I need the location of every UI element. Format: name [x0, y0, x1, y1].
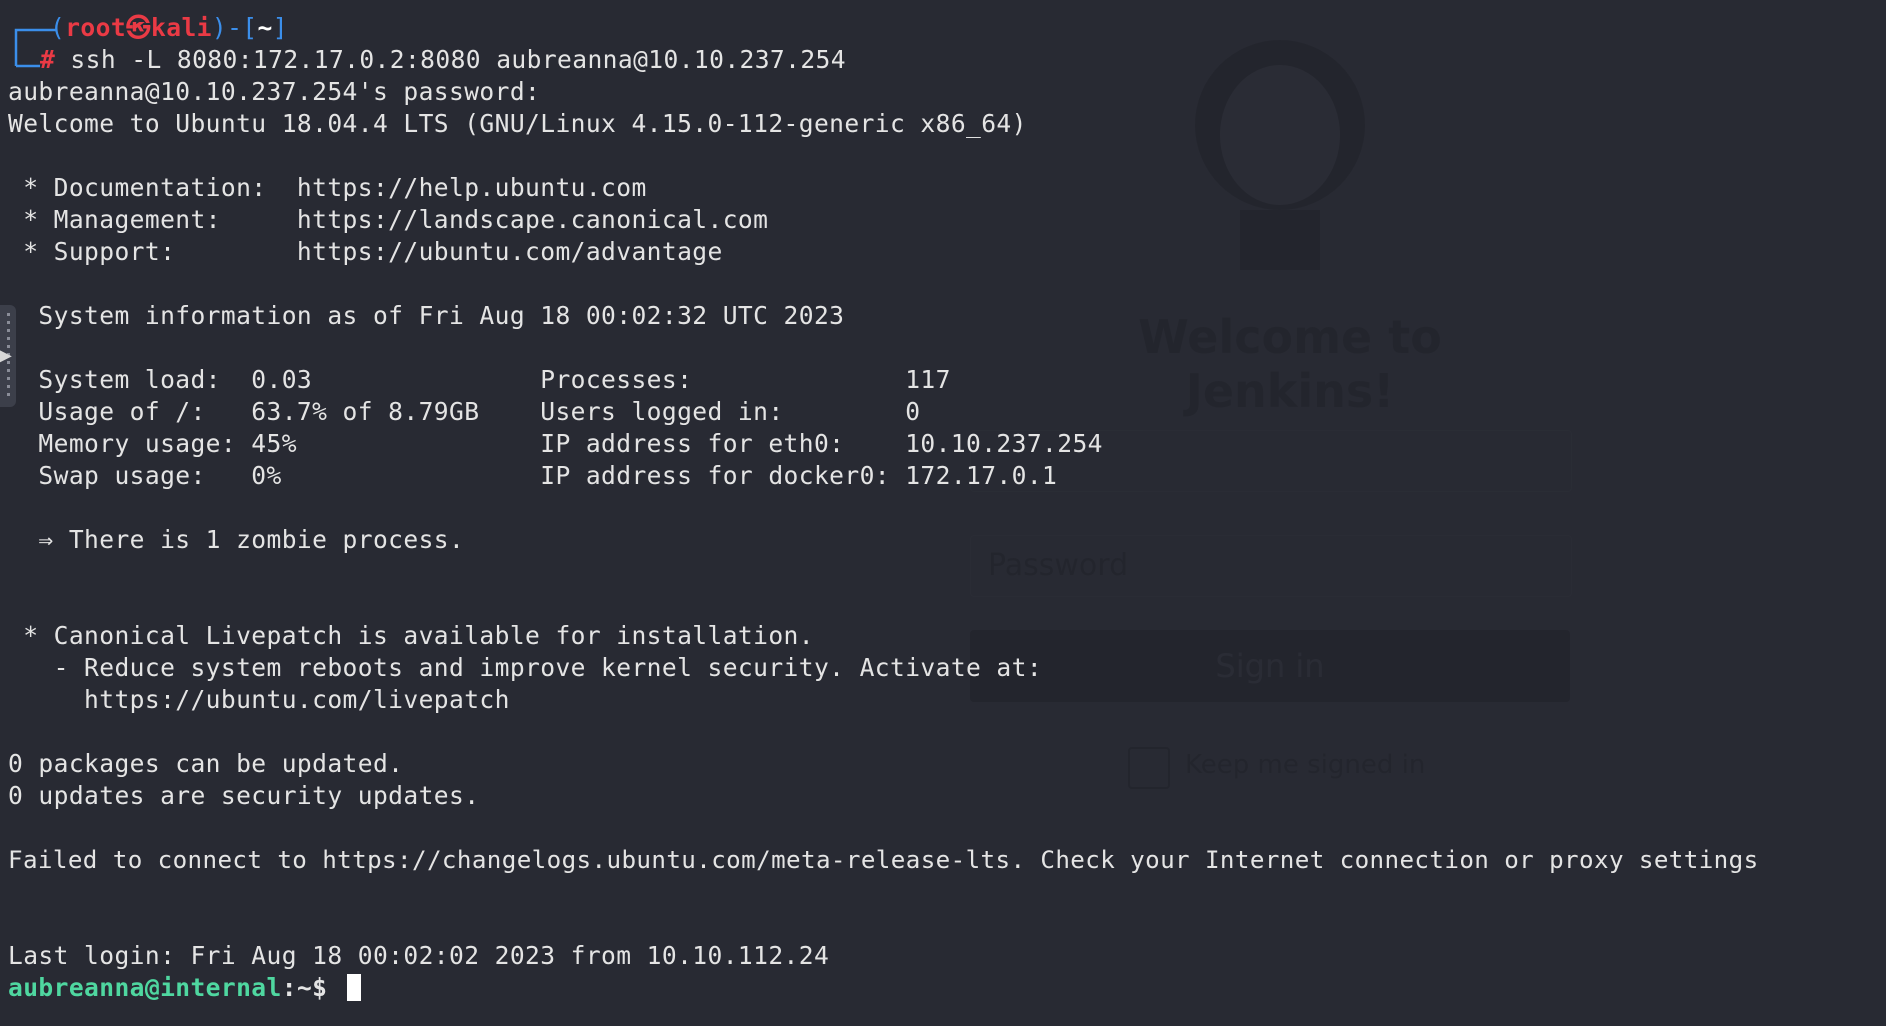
welcome-line: Welcome to Ubuntu 18.04.4 LTS (GNU/Linux…	[8, 109, 1027, 138]
prompt-userhost: aubreanna@internal	[8, 973, 282, 1002]
keep-signed-in-checkbox	[1128, 747, 1170, 789]
sign-in-button: Sign in	[970, 630, 1570, 702]
keep-signed-in-label: Keep me signed in	[1185, 750, 1426, 780]
jenkins-butler-icon	[1180, 15, 1380, 279]
background-jenkins-login: Welcome to Jenkins! Password Sign in Kee…	[940, 10, 1640, 790]
last-login-line: Last login: Fri Aug 18 00:02:02 2023 fro…	[8, 941, 830, 970]
terminal-cursor	[346, 974, 361, 1001]
support-line: * Support: https://ubuntu.com/advantage	[8, 237, 723, 266]
failed-connect-line: Failed to connect to https://changelogs.…	[8, 846, 1759, 874]
terminal-window[interactable]: Welcome to Jenkins! Password Sign in Kee…	[0, 0, 1886, 1026]
livepatch-line-3: https://ubuntu.com/livepatch	[8, 685, 510, 714]
sysinfo-row-2: Usage of /: 63.7% of 8.79GB Users logged…	[8, 397, 921, 426]
prompt-path: :~$	[281, 973, 343, 1002]
password-placeholder: Password	[988, 548, 1129, 583]
shell-prompt[interactable]: aubreanna@internal:~$	[8, 973, 361, 1003]
livepatch-line-2: - Reduce system reboots and improve kern…	[8, 653, 1043, 682]
prompt-header: (root㉿kali)-[~]	[50, 13, 288, 42]
password-field	[970, 535, 1572, 597]
side-panel-toggle[interactable]: ▶	[0, 305, 16, 407]
sysinfo-row-3: Memory usage: 45% IP address for eth0: 1…	[8, 429, 1103, 458]
sysinfo-row-1: System load: 0.03 Processes: 117	[8, 365, 951, 394]
ssh-command-line: # ssh -L 8080:172.17.0.2:8080 aubreanna@…	[40, 45, 846, 74]
ssh-command: ssh -L 8080:172.17.0.2:8080 aubreanna@10…	[55, 45, 846, 74]
livepatch-line-1: * Canonical Livepatch is available for i…	[8, 621, 814, 650]
sysinfo-row-4: Swap usage: 0% IP address for docker0: 1…	[8, 461, 1058, 490]
jenkins-welcome-title: Welcome to Jenkins!	[1138, 310, 1442, 418]
zombie-line: ⇒ There is 1 zombie process.	[8, 525, 465, 554]
password-prompt: aubreanna@10.10.237.254's password:	[8, 77, 541, 106]
security-updates-line: 0 updates are security updates.	[8, 781, 480, 810]
chevron-right-icon: ▶	[0, 345, 12, 366]
management-line: * Management: https://landscape.canonica…	[8, 205, 769, 234]
documentation-line: * Documentation: https://help.ubuntu.com	[8, 173, 647, 202]
system-info-line: System information as of Fri Aug 18 00:0…	[8, 301, 845, 330]
packages-line: 0 packages can be updated.	[8, 749, 404, 778]
